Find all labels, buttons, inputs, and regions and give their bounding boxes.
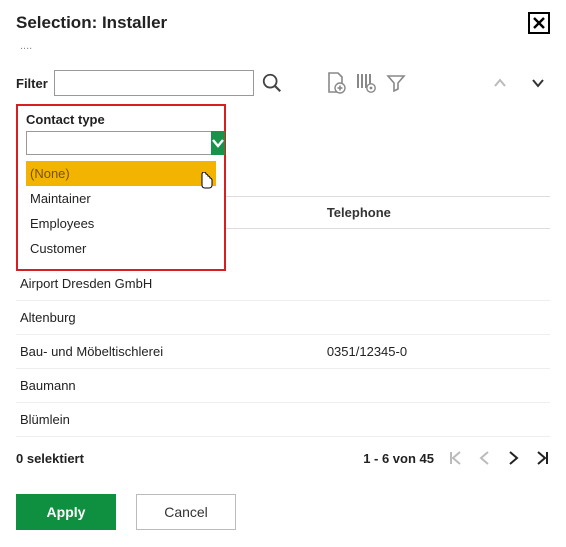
contact-type-dropdown-button[interactable] bbox=[211, 131, 225, 155]
dropdown-option-none[interactable]: (None) bbox=[26, 161, 216, 186]
table-row[interactable]: Airport Dresden GmbH bbox=[16, 267, 550, 301]
chevron-right-icon bbox=[506, 450, 520, 466]
pager: 1 - 6 von 45 bbox=[363, 450, 550, 466]
cell-name: Blümlein bbox=[20, 412, 327, 427]
filter-input[interactable] bbox=[54, 70, 254, 96]
cell-name: Altenburg bbox=[20, 310, 327, 325]
funnel-icon bbox=[386, 73, 406, 93]
contact-type-combobox[interactable] bbox=[26, 131, 216, 155]
pager-last-button[interactable] bbox=[534, 450, 550, 466]
last-page-icon bbox=[534, 450, 550, 466]
filter-label: Filter bbox=[16, 76, 48, 91]
column-header-telephone[interactable]: Telephone bbox=[327, 205, 546, 220]
table-footer: 0 selektiert 1 - 6 von 45 bbox=[16, 450, 550, 466]
dropdown-option-maintainer[interactable]: Maintainer bbox=[26, 186, 216, 211]
barcode-gear-icon bbox=[355, 72, 377, 94]
contact-type-dropdown-list: (None) Maintainer Employees Customer bbox=[26, 161, 216, 261]
cancel-button[interactable]: Cancel bbox=[136, 494, 236, 530]
column-settings-button[interactable] bbox=[354, 71, 378, 95]
cell-telephone bbox=[327, 276, 546, 291]
first-page-icon bbox=[448, 450, 464, 466]
cell-name: Airport Dresden GmbH bbox=[20, 276, 327, 291]
cell-name: Bau- und Möbeltischlerei bbox=[20, 344, 327, 359]
search-button[interactable] bbox=[260, 71, 284, 95]
expand-button[interactable] bbox=[526, 71, 550, 95]
cell-telephone bbox=[327, 378, 546, 393]
cell-telephone bbox=[327, 310, 546, 325]
table-row[interactable]: Blümlein bbox=[16, 403, 550, 437]
dialog-title: Selection: Installer bbox=[16, 13, 167, 33]
filter-bar: Filter bbox=[16, 70, 550, 96]
apply-button[interactable]: Apply bbox=[16, 494, 116, 530]
dialog-header: Selection: Installer bbox=[16, 12, 550, 34]
document-plus-icon bbox=[326, 72, 346, 94]
add-filter-button[interactable] bbox=[324, 71, 348, 95]
cell-telephone bbox=[327, 412, 546, 427]
chevron-down-icon bbox=[211, 136, 225, 150]
search-icon bbox=[261, 72, 283, 94]
dropdown-option-customer[interactable]: Customer bbox=[26, 236, 216, 261]
pager-next-button[interactable] bbox=[506, 450, 520, 466]
contact-type-input[interactable] bbox=[26, 131, 211, 155]
dropdown-option-employees[interactable]: Employees bbox=[26, 211, 216, 236]
breadcrumb: .... bbox=[16, 40, 550, 58]
page-range: 1 - 6 von 45 bbox=[363, 451, 434, 466]
close-button[interactable] bbox=[528, 12, 550, 34]
pager-prev-button[interactable] bbox=[478, 450, 492, 466]
filter-funnel-button[interactable] bbox=[384, 71, 408, 95]
dialog-button-row: Apply Cancel bbox=[16, 494, 236, 530]
table-row[interactable]: Altenburg bbox=[16, 301, 550, 335]
contact-type-label: Contact type bbox=[26, 112, 216, 127]
chevron-left-icon bbox=[478, 450, 492, 466]
cell-name: Baumann bbox=[20, 378, 327, 393]
selection-count: 0 selektiert bbox=[16, 451, 84, 466]
contact-type-panel: Contact type (None) Maintainer Employees… bbox=[16, 104, 226, 271]
table-row[interactable]: Baumann bbox=[16, 369, 550, 403]
chevron-down-icon bbox=[531, 76, 545, 90]
collapse-button[interactable] bbox=[488, 71, 512, 95]
close-icon bbox=[532, 16, 546, 30]
chevron-up-icon bbox=[493, 76, 507, 90]
table-row[interactable]: Bau- und Möbeltischlerei 0351/12345-0 bbox=[16, 335, 550, 369]
cell-telephone: 0351/12345-0 bbox=[327, 344, 546, 359]
pager-first-button[interactable] bbox=[448, 450, 464, 466]
